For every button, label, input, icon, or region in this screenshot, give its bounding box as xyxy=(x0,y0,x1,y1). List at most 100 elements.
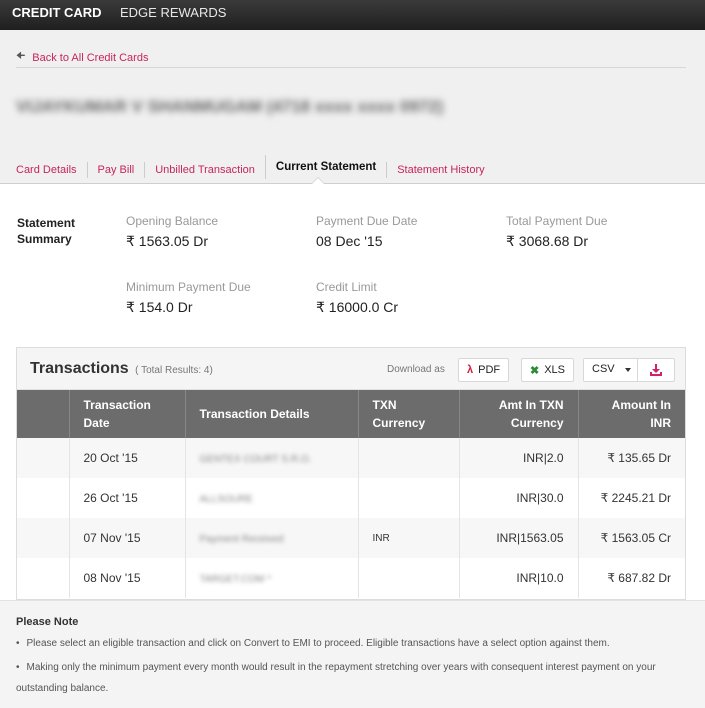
cell-currency xyxy=(357,558,459,598)
note-item: • Making only the minimum payment every m… xyxy=(16,657,696,699)
table-row: 08 Nov '15 TARGET.COM * INR|10.0 ₹ 687.8… xyxy=(17,558,685,598)
col-label: Date xyxy=(83,416,110,430)
download-icon xyxy=(650,364,662,376)
tab-edge-rewards[interactable]: EDGE REWARDS xyxy=(120,0,226,30)
cell-amt-inr: ₹ 1563.05 Cr xyxy=(577,518,685,558)
payment-due-date-value: 08 Dec '15 xyxy=(316,233,383,249)
subtab-unbilled-transaction[interactable]: Unbilled Transaction xyxy=(144,162,265,178)
transactions-panel: Transactions ( Total Results: 4) Downloa… xyxy=(16,347,686,600)
subtab-statement-history[interactable]: Statement History xyxy=(386,162,494,178)
details-text: ALLSOURE xyxy=(199,494,253,505)
details-text: TARGET.COM * xyxy=(199,574,271,585)
divider xyxy=(16,67,686,68)
col-select xyxy=(17,390,69,438)
summary-title-line2: Summary xyxy=(17,232,72,246)
subtab-current-statement[interactable]: Current Statement xyxy=(264,155,386,179)
note-text: Please select an eligible transaction an… xyxy=(26,638,610,649)
total-payment-due-value: ₹ 3068.68 Dr xyxy=(506,233,589,249)
minimum-payment-due: Minimum Payment Due ₹ 154.0 Dr xyxy=(126,280,251,316)
cell-amt-txn: INR|1563.05 xyxy=(458,518,578,558)
pdf-icon: λ xyxy=(467,364,474,376)
opening-balance-label: Opening Balance xyxy=(126,214,219,228)
table-header-row: Transaction Date Transaction Details TXN C… xyxy=(17,390,685,438)
table-row: 26 Oct '15 ALLSOURE INR|30.0 ₹ 2245.21 D… xyxy=(17,478,685,518)
download-pdf-button[interactable]: λ PDF xyxy=(458,358,510,382)
credit-limit: Credit Limit ₹ 16000.0 Cr xyxy=(316,280,398,316)
card-name: VIJAYKUMAR V SHANMUGAM (4718 xxxx xxxx 0… xyxy=(16,97,444,116)
cell-select xyxy=(17,518,69,558)
cell-select xyxy=(17,478,69,518)
cell-amt-txn: INR|10.0 xyxy=(458,558,578,598)
details-text: GENTEX COURT S.R.O. xyxy=(199,454,312,465)
note-text: Making only the minimum payment every mo… xyxy=(16,662,656,694)
payment-due-date-label: Payment Due Date xyxy=(316,214,418,228)
opening-balance-value: ₹ 1563.05 Dr xyxy=(126,233,209,249)
col-label: Transaction Details xyxy=(199,407,310,421)
opening-balance: Opening Balance ₹ 1563.05 Dr xyxy=(126,214,218,250)
summary-title-line1: Statement xyxy=(17,216,76,230)
cell-amt-inr: ₹ 687.82 Dr xyxy=(577,558,685,598)
col-label: INR xyxy=(650,416,671,430)
cell-date: 08 Nov '15 xyxy=(68,558,185,598)
back-link[interactable]: 🠈 Back to All Credit Cards xyxy=(16,49,148,66)
back-link-label: Back to All Credit Cards xyxy=(32,51,149,64)
col-label: Amt In TXN xyxy=(498,398,564,412)
col-txn-currency: TXN Currency xyxy=(357,390,459,438)
note-title: Please Note xyxy=(16,616,79,628)
cell-date: 07 Nov '15 xyxy=(68,518,185,558)
cell-currency xyxy=(357,438,459,478)
col-amt-in-txn-currency: Amt In TXN Currency xyxy=(458,390,578,438)
total-payment-due-label: Total Payment Due xyxy=(506,214,608,228)
download-xls-button[interactable]: ✖ XLS xyxy=(521,358,575,382)
cell-date: 20 Oct '15 xyxy=(68,438,185,478)
card-header: 🠈 Back to All Credit Cards VIJAYKUMAR V … xyxy=(0,30,705,184)
card-subtabs: Card Details Pay Bill Unbilled Transacti… xyxy=(16,155,495,182)
statement-summary-title: Statement Summary xyxy=(17,215,97,247)
tab-credit-card[interactable]: CREDIT CARD xyxy=(12,0,102,30)
col-label: Transaction xyxy=(83,398,151,412)
format-selected: CSV xyxy=(592,363,615,375)
col-label: TXN xyxy=(372,398,397,412)
cell-details: ALLSOURE xyxy=(184,478,358,518)
col-transaction-date: Transaction Date xyxy=(68,390,185,438)
cell-select xyxy=(17,558,69,598)
cell-amt-inr: ₹ 135.65 Dr xyxy=(577,438,685,478)
payment-due-date: Payment Due Date 08 Dec '15 xyxy=(316,214,417,249)
xls-label: XLS xyxy=(544,364,566,376)
cell-details: GENTEX COURT S.R.O. xyxy=(184,438,358,478)
subtab-pay-bill[interactable]: Pay Bill xyxy=(86,162,145,178)
cell-details: Payment Received xyxy=(184,518,358,558)
download-format-select[interactable]: CSV xyxy=(583,358,675,382)
cell-amt-txn: INR|30.0 xyxy=(458,478,578,518)
cell-amt-txn: INR|2.0 xyxy=(458,438,578,478)
cell-select xyxy=(17,438,69,478)
credit-limit-label: Credit Limit xyxy=(316,280,377,294)
col-label: Amount In xyxy=(611,398,671,412)
cell-date: 26 Oct '15 xyxy=(68,478,185,518)
pdf-label: PDF xyxy=(478,364,501,376)
total-payment-due: Total Payment Due ₹ 3068.68 Dr xyxy=(506,214,607,250)
col-label: Currency xyxy=(510,416,564,430)
active-subtab-caret-inner xyxy=(312,178,324,184)
cell-amt-inr: ₹ 2245.21 Dr xyxy=(577,478,685,518)
total-results: ( Total Results: 4) xyxy=(135,365,213,376)
transactions-table: Transaction Date Transaction Details TXN C… xyxy=(17,390,685,598)
format-dropdown[interactable]: CSV xyxy=(584,359,637,381)
transactions-title: Transactions ( Total Results: 4) xyxy=(30,360,213,378)
transactions-title-text: Transactions xyxy=(30,360,129,377)
download-as-label: Download as xyxy=(387,364,445,375)
cell-details: TARGET.COM * xyxy=(184,558,358,598)
transactions-header: Transactions ( Total Results: 4) Downloa… xyxy=(17,348,685,390)
minimum-payment-due-value: ₹ 154.0 Dr xyxy=(126,299,193,315)
col-amount-in-inr: Amount In INR xyxy=(577,390,685,438)
cell-currency xyxy=(357,478,459,518)
bullet: • xyxy=(16,638,20,649)
col-label: Currency xyxy=(372,416,426,430)
cell-currency: INR xyxy=(357,518,459,558)
subtab-card-details[interactable]: Card Details xyxy=(16,162,87,178)
top-nav: CREDIT CARD EDGE REWARDS xyxy=(0,0,705,37)
col-transaction-details: Transaction Details xyxy=(184,390,358,438)
download-button[interactable] xyxy=(637,359,674,381)
bullet: • xyxy=(16,662,20,673)
chevron-down-icon xyxy=(625,368,631,372)
